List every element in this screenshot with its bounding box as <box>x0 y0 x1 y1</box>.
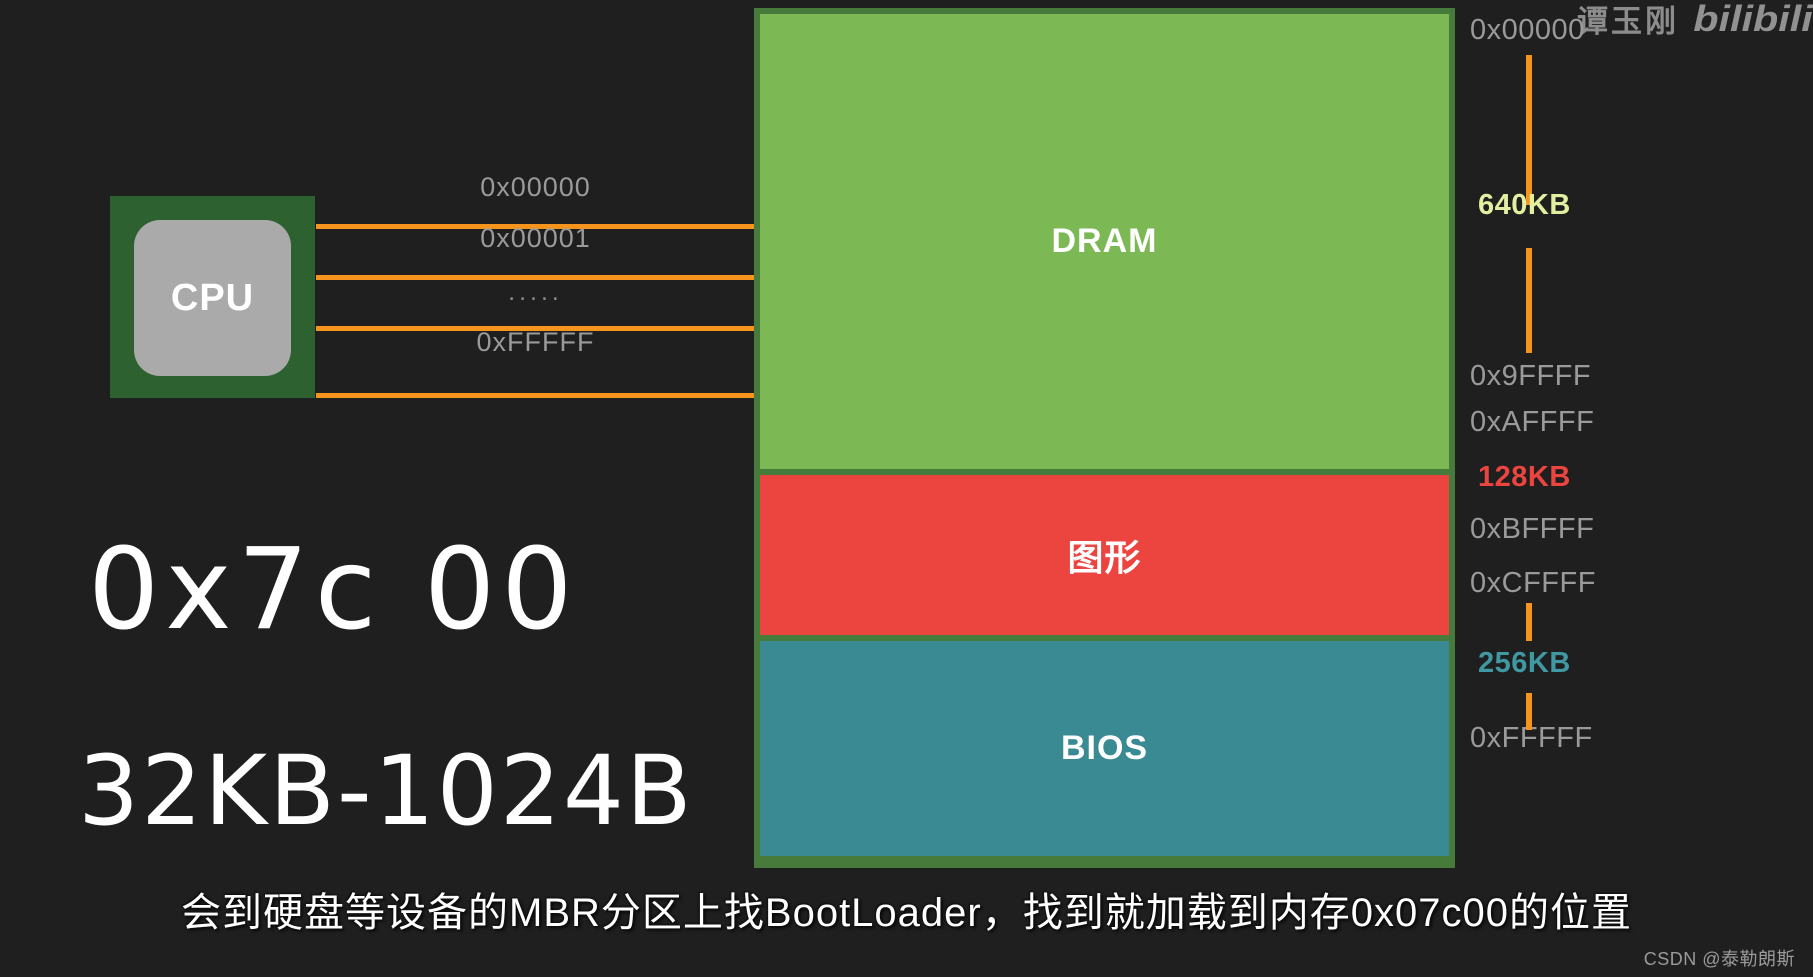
watermark-csdn: CSDN @泰勒朗斯 <box>1643 949 1795 969</box>
scale-tick-640kb-lower <box>1526 248 1532 353</box>
cpu-label: CPU <box>170 276 255 319</box>
watermark-top-right: 谭玉刚 bilibili <box>1577 0 1813 41</box>
scale-tick-640kb-upper <box>1526 55 1532 205</box>
note-boot-size: 32KB-1024B <box>78 735 694 847</box>
scale-size-256kb: 256KB <box>1478 647 1571 679</box>
memory-map: DRAM 图形 BIOS <box>754 8 1455 868</box>
scale-address-0xCFFFF: 0xCFFFF <box>1470 567 1596 599</box>
memory-segment-dram: DRAM <box>760 14 1449 469</box>
memory-segment-graphics: 图形 <box>760 475 1449 635</box>
scale-tick-256kb-lower <box>1526 693 1532 730</box>
slide-canvas: 谭玉刚 bilibili CPU 0x00000 0x00001 ..... 0… <box>0 0 1813 977</box>
scale-size-640kb: 640KB <box>1478 189 1571 221</box>
memory-segment-label-dram: DRAM <box>1051 222 1158 260</box>
memory-segment-label-graphics: 图形 <box>1067 537 1142 578</box>
cpu-chip: CPU <box>110 196 315 398</box>
scale-address-0x9FFFF: 0x9FFFF <box>1470 360 1592 392</box>
scale-address-0xBFFFF: 0xBFFFF <box>1470 513 1595 545</box>
caption-subtitle: 会到硬盘等设备的MBR分区上找BootLoader，找到就加载到内存0x07c0… <box>181 891 1632 935</box>
note-boot-address: 0x7c 00 <box>88 525 579 655</box>
cpu-die: CPU <box>134 220 291 376</box>
scale-address-0x00000: 0x00000 <box>1470 14 1585 46</box>
memory-segment-bios: BIOS <box>760 641 1449 856</box>
bilibili-logo-icon: bilibili <box>1693 0 1813 39</box>
bus-line-3 <box>316 393 755 398</box>
scale-size-128kb: 128KB <box>1478 461 1571 493</box>
bus-address-label-ellipsis: ..... <box>508 278 563 306</box>
memory-segment-label-bios: BIOS <box>1060 729 1149 767</box>
bus-address-label-1: 0x00001 <box>480 223 591 253</box>
scale-address-0xAFFFF: 0xAFFFF <box>1470 406 1595 438</box>
bus-address-label-3: 0xFFFFF <box>476 327 595 357</box>
bus-address-label-0: 0x00000 <box>480 172 591 202</box>
scale-tick-256kb-upper <box>1526 603 1532 641</box>
watermark-author: 谭玉刚 <box>1577 4 1679 39</box>
